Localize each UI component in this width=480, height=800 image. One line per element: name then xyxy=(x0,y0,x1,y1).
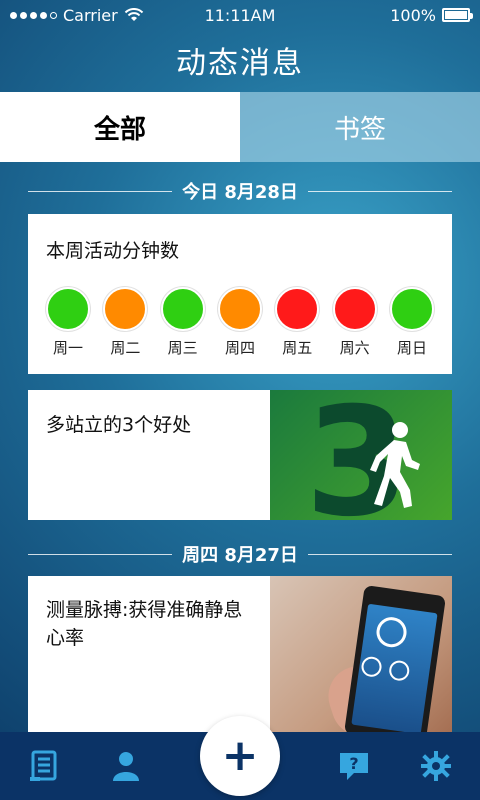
status-bar: Carrier 11:11AM 100% xyxy=(0,0,480,30)
day-status-circle xyxy=(332,287,377,331)
card-text: 多站立的3个好处 xyxy=(28,390,270,520)
separator-line xyxy=(307,553,452,555)
date-label: 周四 8月27日 xyxy=(182,545,298,566)
page-title: 动态消息 xyxy=(176,46,304,81)
plus-icon: + xyxy=(221,730,259,781)
gear-icon xyxy=(421,751,451,781)
add-button[interactable]: + xyxy=(200,716,280,796)
battery-percent: 100% xyxy=(390,5,436,25)
day-indicator: 周日 xyxy=(389,287,434,358)
pulse-measurement-card[interactable]: 测量脉搏:获得准确静息心率 xyxy=(28,576,452,732)
status-right: 100% xyxy=(390,5,473,25)
day-status-circle xyxy=(217,287,262,331)
signal-strength-icon xyxy=(10,11,57,19)
day-indicator: 周一 xyxy=(46,287,90,358)
date-label: 今日 8月28日 xyxy=(182,182,298,203)
svg-text:?: ? xyxy=(349,754,358,773)
standing-tips-image: 3 xyxy=(270,390,452,520)
tab-bar: 全部 书签 xyxy=(0,92,480,162)
status-left: Carrier xyxy=(10,6,144,25)
day-label: 周二 xyxy=(110,339,141,357)
profile-icon xyxy=(113,752,139,781)
card-text: 测量脉搏:获得准确静息心率 xyxy=(28,576,270,732)
separator-line xyxy=(28,190,173,192)
day-label: 周五 xyxy=(282,339,313,357)
battery-icon xyxy=(442,8,473,22)
phone-graphic xyxy=(343,585,447,732)
phone-dashboard-image xyxy=(270,576,452,732)
day-indicator: 周四 xyxy=(217,287,262,358)
activity-minutes-card[interactable]: 本周活动分钟数 周一 周二 周三 周四 周五 周六 周日 xyxy=(28,214,452,374)
day-status-circle xyxy=(103,287,148,331)
day-label: 周四 xyxy=(224,339,255,357)
separator-line xyxy=(307,190,452,192)
day-indicator: 周三 xyxy=(160,287,205,358)
day-status-circle xyxy=(46,287,90,331)
day-label: 周一 xyxy=(52,339,83,357)
wifi-icon xyxy=(124,8,143,21)
day-label: 周六 xyxy=(339,339,370,357)
day-label: 周三 xyxy=(167,339,198,357)
separator-line xyxy=(28,553,173,555)
date-separator-today: 今日 8月28日 xyxy=(28,179,452,203)
journal-icon xyxy=(30,750,57,781)
weekday-indicators: 周一 周二 周三 周四 周五 周六 周日 xyxy=(46,287,434,358)
day-indicator: 周二 xyxy=(103,287,148,358)
day-indicator: 周五 xyxy=(275,287,320,358)
card-title: 测量脉搏:获得准确静息心率 xyxy=(46,599,243,649)
journal-button[interactable] xyxy=(22,744,66,788)
card-title: 多站立的3个好处 xyxy=(46,414,192,436)
tab-all[interactable]: 全部 xyxy=(0,92,240,162)
carrier-label: Carrier xyxy=(63,5,118,25)
day-status-circle xyxy=(389,287,434,331)
help-icon: ? xyxy=(340,753,368,780)
date-separator-thursday: 周四 8月27日 xyxy=(28,542,452,566)
day-label: 周日 xyxy=(396,339,427,357)
settings-button[interactable] xyxy=(414,744,458,788)
standing-tips-card[interactable]: 多站立的3个好处 3 xyxy=(28,390,452,520)
day-indicator: 周六 xyxy=(332,287,377,358)
profile-button[interactable] xyxy=(104,744,148,788)
walking-person-icon xyxy=(370,422,420,508)
day-status-circle xyxy=(275,287,320,331)
tab-bookmarks[interactable]: 书签 xyxy=(240,92,480,162)
help-button[interactable]: ? xyxy=(332,744,376,788)
day-status-circle xyxy=(160,287,205,331)
card-title: 本周活动分钟数 xyxy=(46,240,180,262)
